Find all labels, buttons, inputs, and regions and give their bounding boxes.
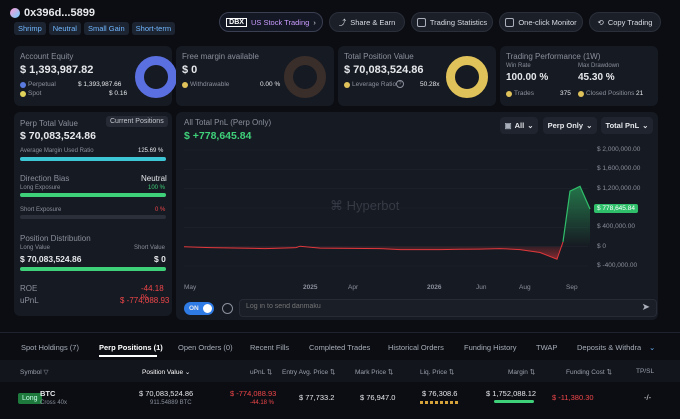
margin-cell: $ 1,752,088.12 <box>486 389 537 398</box>
col-tpsl: TP/SL <box>636 368 655 375</box>
col-upnl-label: uPnL <box>250 369 265 376</box>
sort-icon: ⇅ <box>266 369 273 376</box>
col-position-value[interactable]: Position Value ⌄ <box>142 368 190 376</box>
x-tick-label: Jun <box>476 284 487 291</box>
table-row[interactable]: Long BTC Cross 40x $ 70,083,524.86 911.5… <box>0 384 680 414</box>
col-mark-label: Mark Price <box>355 369 387 376</box>
liq-risk-bar <box>420 401 458 404</box>
col-entry-label: Entry Avg. Price <box>282 369 329 376</box>
y-tick-label: $ -400,000.00 <box>597 262 638 269</box>
sort-icon: ⇅ <box>529 369 536 376</box>
side-badge: Long <box>18 393 42 404</box>
tab-funding-history[interactable]: Funding History <box>464 343 517 352</box>
y-tick-label: $ 0 <box>597 242 607 250</box>
liq-price-cell: $ 76,308.6 <box>422 389 458 398</box>
sort-icon: ⇅ <box>329 369 336 376</box>
x-tick-label: Aug <box>519 284 531 291</box>
y-tick-label: $ 400,000.00 <box>597 223 635 231</box>
upnl-cell: $ -774,088.93 <box>230 389 277 398</box>
x-tick-label: Sep <box>566 284 578 291</box>
col-liq-price[interactable]: Liq. Price ⇅ <box>420 368 454 376</box>
danmaku-input[interactable] <box>246 303 626 310</box>
col-liq-label: Liq. Price <box>420 369 448 376</box>
y-tick-label: $ 1,600,000.00 <box>597 165 641 173</box>
pnl-line-negative <box>183 241 564 260</box>
col-mark-price[interactable]: Mark Price ⇅ <box>355 368 393 376</box>
x-tick-label: 2026 <box>427 284 442 291</box>
mark-price-cell: $ 76,947.0 <box>360 393 396 402</box>
tab-historical-orders[interactable]: Historical Orders <box>388 343 444 352</box>
x-tick-label: May <box>184 284 197 291</box>
col-symbol[interactable]: Symbol ▽ <box>20 368 49 376</box>
tab-recent-fills[interactable]: Recent Fills <box>250 343 289 352</box>
col-position-value-label: Position Value <box>142 369 184 376</box>
sort-icon: ⇅ <box>448 369 455 376</box>
position-size-cell: 911.54889 BTC <box>150 400 192 406</box>
position-value-cell: $ 70,083,524.86 <box>139 389 194 398</box>
col-funding-label: Funding Cost <box>566 369 605 376</box>
entry-price-cell: $ 77,733.2 <box>299 393 335 402</box>
tab-deposits-withdraw[interactable]: Deposits & Withdraw <box>577 343 641 352</box>
tab-open-orders[interactable]: Open Orders (0) <box>178 343 233 352</box>
tab-spot-holdings[interactable]: Spot Holdings (7) <box>21 343 79 352</box>
symbol-name[interactable]: BTC <box>40 389 55 398</box>
sort-icon: ⇅ <box>387 369 394 376</box>
tab-perp-positions[interactable]: Perp Positions (1) <box>99 343 163 352</box>
divider <box>0 332 680 333</box>
tab-completed-trades[interactable]: Completed Trades <box>309 343 370 352</box>
margin-mode: Cross 40x <box>40 400 68 406</box>
y-tick-label: $ 1,200,000.00 <box>597 184 641 192</box>
send-icon[interactable]: ➤ <box>642 302 650 313</box>
settings-icon[interactable] <box>222 303 233 314</box>
col-margin-label: Margin <box>508 369 528 376</box>
roe-cell: -44.18 % <box>250 400 275 406</box>
current-value-tag: $ 778,645.84 <box>594 204 638 213</box>
active-tab-indicator <box>99 355 157 357</box>
danmaku-input-box[interactable]: ➤ <box>239 299 657 317</box>
danmaku-toggle[interactable]: ON <box>184 302 214 315</box>
col-entry-price[interactable]: Entry Avg. Price ⇅ <box>282 368 335 376</box>
y-tick-label: $ 2,000,000.00 <box>597 146 641 153</box>
x-tick-label: Apr <box>348 284 359 291</box>
pnl-negative-area <box>184 241 563 260</box>
filter-icon: ▽ <box>43 369 49 376</box>
tab-twap[interactable]: TWAP <box>536 343 557 352</box>
sort-icon: ⇅ <box>606 369 612 376</box>
col-funding-cost[interactable]: Funding Cost ⇅ <box>566 368 612 376</box>
tabs-expand-icon[interactable]: ⌄ <box>649 343 655 352</box>
toggle-knob <box>203 304 212 313</box>
x-tick-label: 2025 <box>303 284 318 291</box>
col-margin[interactable]: Margin ⇅ <box>508 368 535 376</box>
tpsl-cell: -/- <box>644 393 652 402</box>
margin-bar <box>494 400 534 403</box>
col-symbol-label: Symbol <box>20 369 42 376</box>
col-upnl[interactable]: uPnL ⇅ <box>250 368 272 376</box>
danmaku-toggle-label: ON <box>189 305 199 312</box>
sort-icon: ⌄ <box>184 369 191 376</box>
funding-cost-cell: $ -11,380.30 <box>552 393 594 402</box>
